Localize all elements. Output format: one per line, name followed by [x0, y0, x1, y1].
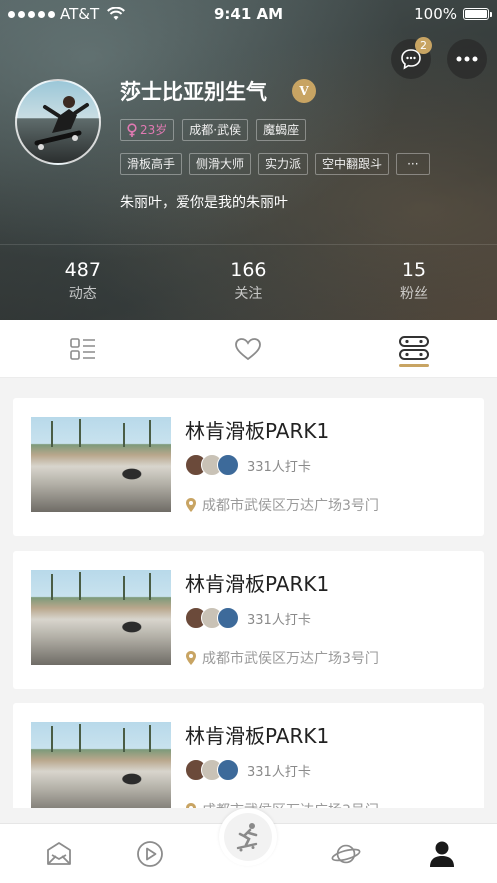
- profile-header: AT&T 9:41 AM 100% 2 莎士比亚别生气 V 23岁 成都·武侯 …: [0, 0, 497, 320]
- stat-value: 166: [230, 259, 267, 281]
- place-location: 成都市武侯区万达广场3号门: [185, 648, 379, 668]
- location-tag: 成都·武侯: [182, 119, 249, 141]
- stat-following[interactable]: 166 关注: [166, 245, 332, 320]
- place-thumbnail: [31, 417, 171, 512]
- skill-tags: 滑板高手 侧滑大师 实力派 空中翻跟斗 ···: [120, 153, 430, 175]
- more-dots-icon: [456, 56, 478, 62]
- place-title: 林肯滑板PARK1: [185, 724, 330, 748]
- planet-icon: [331, 844, 361, 864]
- place-card[interactable]: 林肯滑板PARK1 331人打卡 成都市武侯区万达广场3号门: [13, 398, 484, 536]
- place-card[interactable]: 林肯滑板PARK1 331人打卡 成都市武侯区万达广场3号门: [13, 703, 484, 808]
- stat-label: 动态: [68, 286, 97, 302]
- stat-posts[interactable]: 487 动态: [0, 245, 166, 320]
- location-pin-icon: [186, 651, 196, 665]
- nav-profile[interactable]: [427, 839, 457, 869]
- home-envelope-icon: [47, 842, 71, 865]
- tab-places[interactable]: [331, 320, 497, 377]
- bottom-nav: [0, 808, 497, 883]
- stat-value: 487: [64, 259, 101, 281]
- nav-home[interactable]: [44, 839, 74, 869]
- place-title: 林肯滑板PARK1: [185, 419, 330, 443]
- skill-tag: 滑板高手: [120, 153, 183, 175]
- user-avatar: [217, 454, 239, 476]
- checkin-count: 331人打卡: [247, 764, 311, 780]
- checkin-row: 331人打卡: [185, 454, 311, 476]
- place-thumbnail: [31, 570, 171, 665]
- checkin-row: 331人打卡: [185, 607, 311, 629]
- place-address: 成都市武侯区万达广场3号门: [202, 800, 379, 808]
- place-card[interactable]: 林肯滑板PARK1 331人打卡 成都市武侯区万达广场3号门: [13, 551, 484, 689]
- more-button[interactable]: [447, 39, 487, 79]
- battery-percent: 100%: [414, 5, 457, 23]
- user-name: 莎士比亚别生气: [120, 80, 267, 104]
- stat-label: 关注: [234, 286, 263, 302]
- location-pin-icon: [186, 803, 196, 808]
- checkin-row: 331人打卡: [185, 759, 311, 781]
- stat-followers[interactable]: 15 粉丝: [331, 245, 497, 320]
- place-title: 林肯滑板PARK1: [185, 572, 330, 596]
- person-icon: [430, 841, 454, 867]
- skate-center-button[interactable]: [219, 808, 277, 866]
- stat-label: 粉丝: [399, 286, 428, 302]
- checkin-count: 331人打卡: [247, 612, 311, 628]
- place-location: 成都市武侯区万达广场3号门: [185, 495, 379, 515]
- messages-button[interactable]: 2: [391, 37, 432, 79]
- heart-icon: [235, 337, 262, 360]
- skateboard-icon: [398, 335, 429, 360]
- location-pin-icon: [186, 498, 196, 512]
- skill-tag: 空中翻跟斗: [315, 153, 390, 175]
- female-icon: [127, 122, 137, 137]
- place-address: 成都市武侯区万达广场3号门: [202, 498, 379, 514]
- zodiac-tag: 魔蝎座: [256, 119, 307, 141]
- stats-row: 487 动态 166 关注 15 粉丝: [0, 245, 497, 320]
- stat-value: 15: [401, 259, 427, 281]
- nav-discover[interactable]: [331, 839, 361, 869]
- tab-posts[interactable]: [0, 320, 166, 377]
- skill-tag: 实力派: [258, 153, 309, 175]
- place-location: 成都市武侯区万达广场3号门: [185, 800, 379, 808]
- skill-tag: 侧滑大师: [189, 153, 252, 175]
- user-avatar: [217, 759, 239, 781]
- status-bar: AT&T 9:41 AM 100%: [0, 0, 497, 28]
- checkin-count: 331人打卡: [247, 459, 311, 475]
- skater-avatar-image: [34, 96, 89, 150]
- active-tab-indicator: [398, 364, 429, 367]
- more-tags-button[interactable]: ···: [396, 153, 430, 175]
- message-count-badge: 2: [415, 37, 432, 54]
- user-bio: 朱丽叶，爱你是我的朱丽叶: [120, 195, 288, 211]
- nav-video[interactable]: [135, 839, 165, 869]
- places-list: 林肯滑板PARK1 331人打卡 成都市武侯区万达广场3号门 林肯滑板PARK1…: [0, 378, 497, 808]
- avatar[interactable]: [15, 79, 101, 165]
- list-icon: [69, 337, 95, 360]
- user-avatar: [217, 607, 239, 629]
- place-thumbnail: [31, 722, 171, 808]
- tab-likes[interactable]: [166, 320, 332, 377]
- skater-icon: [236, 823, 258, 852]
- vip-badge: V: [292, 79, 316, 103]
- profile-tags: 23岁 成都·武侯 魔蝎座: [120, 119, 307, 141]
- play-circle-icon: [137, 841, 163, 867]
- gender-age-tag: 23岁: [120, 119, 175, 141]
- content-tabs: [0, 320, 497, 378]
- battery-icon: [463, 8, 492, 20]
- place-address: 成都市武侯区万达广场3号门: [202, 651, 379, 667]
